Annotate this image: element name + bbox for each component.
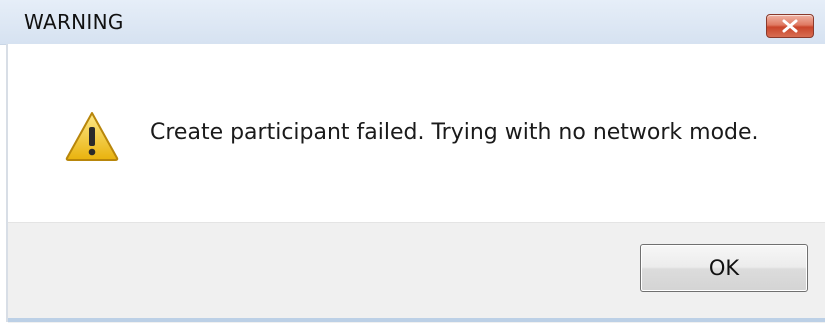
title-bar[interactable]: WARNING [0,0,825,45]
warning-dialog: WARNING Create participant failed. Tryin… [0,0,825,323]
close-icon [782,19,798,33]
ok-button[interactable]: OK [640,244,808,292]
window-frame-bottom [8,318,825,322]
message-text: Create participant failed. Trying with n… [150,120,759,145]
close-button[interactable] [766,14,814,38]
window-title: WARNING [24,10,124,34]
warning-icon [65,112,119,161]
